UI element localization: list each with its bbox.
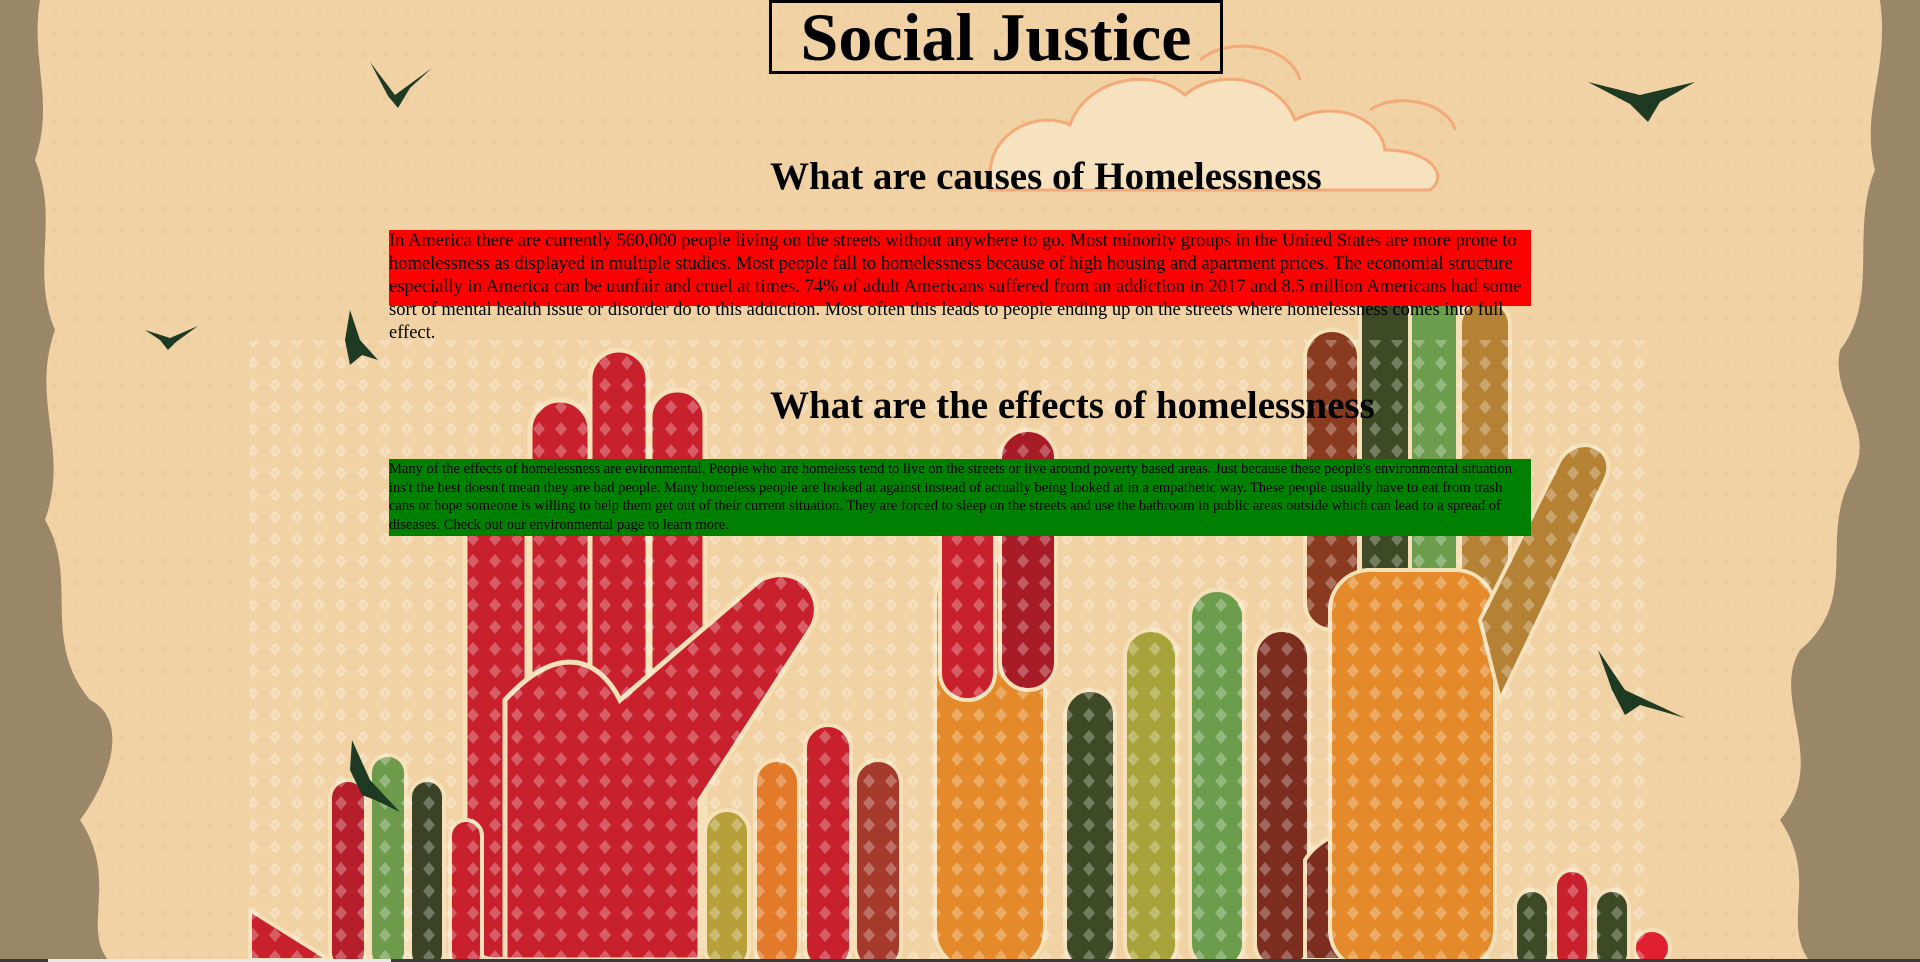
effects-heading: What are the effects of homelessness xyxy=(770,384,1375,427)
causes-heading: What are causes of Homelessness xyxy=(770,155,1322,198)
effects-section: Many of the effects of homelessness are … xyxy=(389,459,1531,536)
causes-section: In America there are currently 560,000 p… xyxy=(389,230,1531,343)
effects-paragraph: Many of the effects of homelessness are … xyxy=(389,461,1512,533)
bird-icon xyxy=(145,326,198,350)
bird-icon xyxy=(370,62,432,108)
page-title: Social Justice xyxy=(800,0,1192,75)
bird-icon xyxy=(1588,82,1695,122)
raised-hands-illustration xyxy=(248,268,1672,962)
page-title-box: Social Justice xyxy=(769,0,1223,74)
causes-paragraph: In America there are currently 560,000 p… xyxy=(389,231,1522,343)
